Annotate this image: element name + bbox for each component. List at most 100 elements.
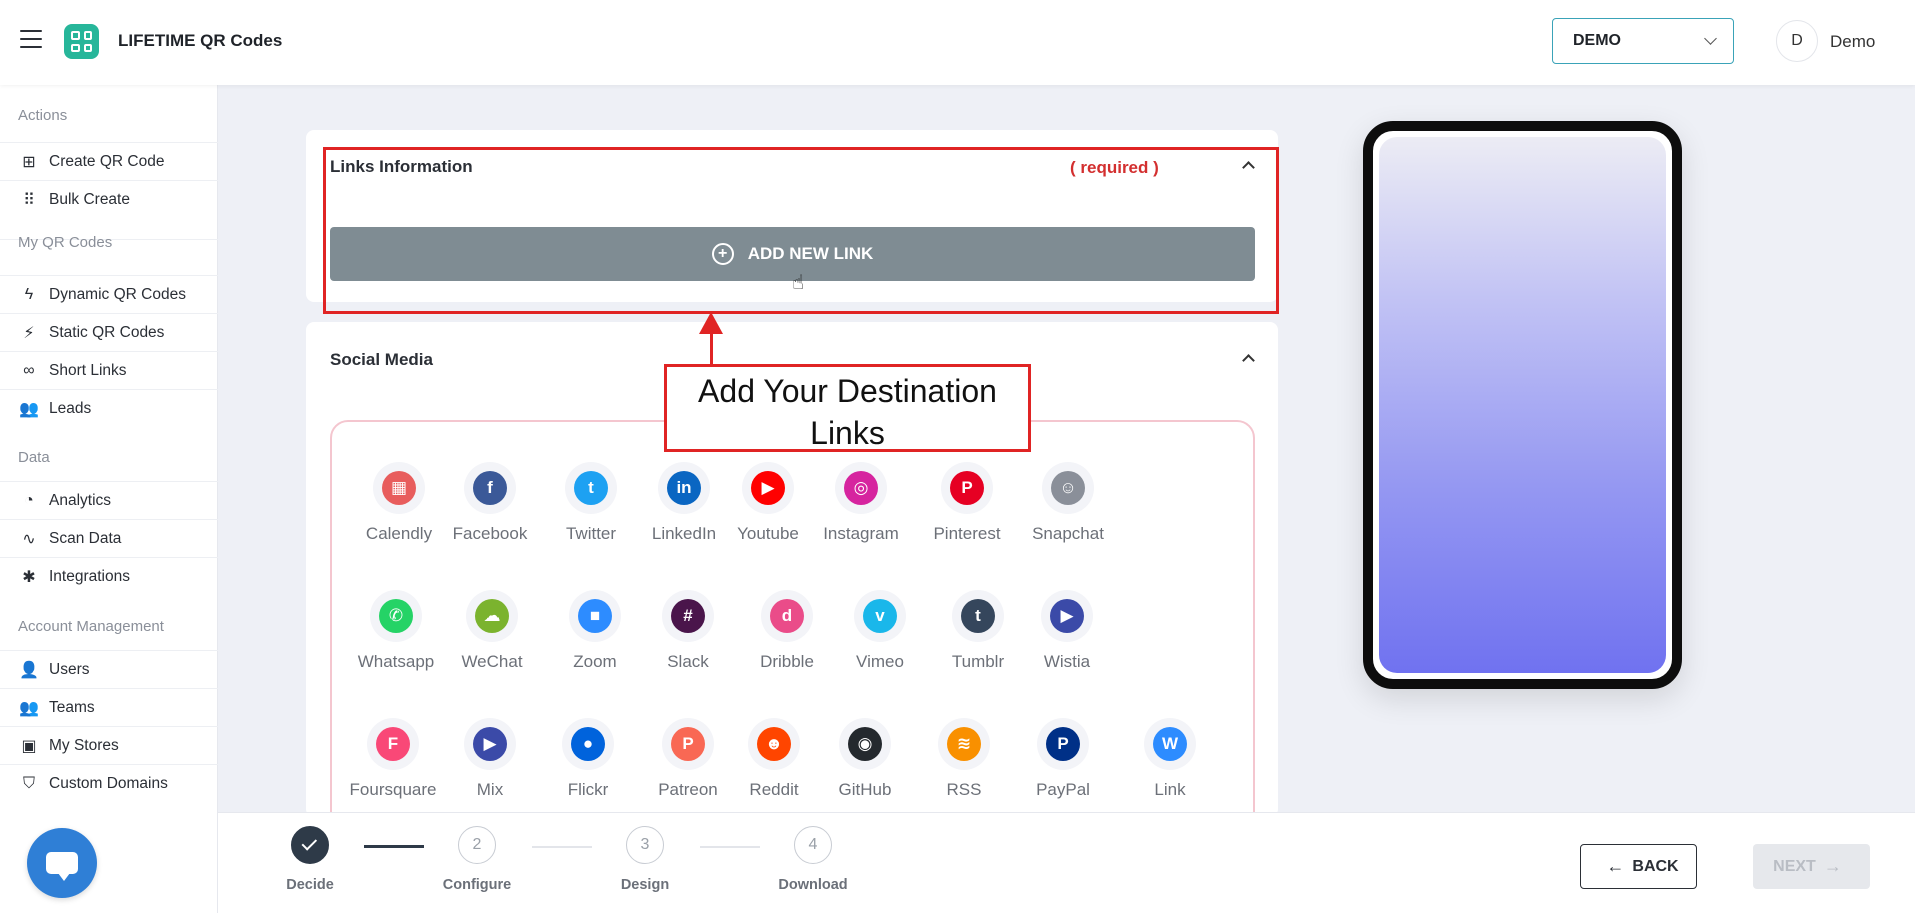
chat-icon xyxy=(46,852,78,881)
sidebar-item-custom-domains[interactable]: ⛉ Custom Domains xyxy=(0,764,218,802)
back-button[interactable]: ← BACK xyxy=(1580,844,1697,889)
social-item-youtube[interactable]: ▶ Youtube xyxy=(718,462,818,544)
linkedin-icon: in xyxy=(658,462,710,514)
sidebar-item-users[interactable]: 👤 Users xyxy=(0,650,218,688)
dribble-glyph: d xyxy=(770,599,804,633)
social-item-vimeo[interactable]: v Vimeo xyxy=(830,590,930,672)
social-item-wechat[interactable]: ☁ WeChat xyxy=(442,590,542,672)
rss-glyph: ≋ xyxy=(947,727,981,761)
hamburger-menu-icon[interactable] xyxy=(20,30,42,48)
wechat-glyph: ☁ xyxy=(475,599,509,633)
facebook-glyph: f xyxy=(473,471,507,505)
sidebar-item-teams[interactable]: 👥 Teams xyxy=(0,688,218,726)
sidebar-item-create-qr-code[interactable]: ⊞ Create QR Code xyxy=(0,142,218,180)
social-item-label: Pinterest xyxy=(933,524,1001,543)
sidebar-item-dynamic-qr-codes[interactable]: ϟ Dynamic QR Codes xyxy=(0,275,218,313)
social-icons-panel: ▦ Calendly f Facebook t Twitter in LinkedIn ▶ You… xyxy=(330,420,1255,840)
social-item-label: PayPal xyxy=(1036,780,1090,799)
activity-icon: ∿ xyxy=(22,530,36,548)
sidebar-item-leads[interactable]: 👥 Leads xyxy=(0,389,218,427)
arrow-right-icon: → xyxy=(1823,856,1842,876)
social-item-whatsapp[interactable]: ✆ Whatsapp xyxy=(346,590,446,672)
sidebar-item-scan-data[interactable]: ∿ Scan Data xyxy=(0,519,218,557)
zoom-icon: ■ xyxy=(569,590,621,642)
social-item-flickr[interactable]: ● Flickr xyxy=(538,718,638,800)
social-item-label: Facebook xyxy=(452,524,528,543)
social-item-zoom[interactable]: ■ Zoom xyxy=(545,590,645,672)
tumblr-icon: t xyxy=(952,590,1004,642)
social-item-label: Twitter xyxy=(565,524,617,543)
social-item-reddit[interactable]: ☻ Reddit xyxy=(724,718,824,800)
social-item-link[interactable]: W Link xyxy=(1120,718,1220,800)
step-label-decide: Decide xyxy=(286,877,334,893)
sidebar-item-label: Dynamic QR Codes xyxy=(49,285,186,303)
social-item-label: Patreon xyxy=(658,780,718,799)
sidebar-item-integrations[interactable]: ✱ Integrations xyxy=(0,557,218,595)
top-header: LIFETIME QR Codes DEMO D Demo xyxy=(0,0,1915,85)
social-item-github[interactable]: ◉ GitHub xyxy=(815,718,915,800)
shield-icon: ⛉ xyxy=(22,774,35,792)
flickr-glyph: ● xyxy=(571,727,605,761)
sidebar-item-short-links[interactable]: ∞ Short Links xyxy=(0,351,218,389)
chevron-down-icon xyxy=(1704,32,1717,45)
social-item-label: WeChat xyxy=(461,652,523,671)
workspace-select[interactable]: DEMO xyxy=(1552,18,1734,64)
social-item-label: Zoom xyxy=(573,652,617,671)
chat-support-button[interactable] xyxy=(27,828,97,898)
sidebar-item-label: Analytics xyxy=(49,491,112,509)
sidebar-item-label: Static QR Codes xyxy=(49,323,165,341)
user-name[interactable]: Demo xyxy=(1830,32,1875,52)
social-item-instagram[interactable]: ◎ Instagram xyxy=(811,462,911,544)
social-item-wistia[interactable]: ▶ Wistia xyxy=(1017,590,1117,672)
slack-glyph: # xyxy=(671,599,705,633)
social-item-pinterest[interactable]: P Pinterest xyxy=(917,462,1017,544)
tumblr-glyph: t xyxy=(961,599,995,633)
section-label: My QR Codes xyxy=(18,234,113,251)
zoom-glyph: ■ xyxy=(578,599,612,633)
sidebar-item-analytics[interactable]: ◔ Analytics xyxy=(0,481,218,519)
social-item-slack[interactable]: # Slack xyxy=(638,590,738,672)
step-1-done[interactable] xyxy=(291,826,329,864)
mix-icon: ▶ xyxy=(464,718,516,770)
next-button[interactable]: NEXT → xyxy=(1753,844,1870,889)
social-item-facebook[interactable]: f Facebook xyxy=(440,462,540,544)
user-avatar[interactable]: D xyxy=(1776,20,1818,62)
step-2[interactable]: 2 xyxy=(458,826,496,864)
users-icon: 👥 xyxy=(19,699,39,717)
social-item-dribble[interactable]: d Dribble xyxy=(737,590,837,672)
reddit-icon: ☻ xyxy=(748,718,800,770)
social-card-title: Social Media xyxy=(330,350,433,369)
grid-icon: ⠿ xyxy=(23,191,35,209)
arrow-left-icon: ← xyxy=(1606,856,1625,876)
social-item-foursquare[interactable]: F Foursquare xyxy=(343,718,443,800)
social-item-calendly[interactable]: ▦ Calendly xyxy=(349,462,449,544)
social-item-tumblr[interactable]: t Tumblr xyxy=(928,590,1028,672)
social-item-patreon[interactable]: P Patreon xyxy=(638,718,738,800)
sidebar-item-label: My Stores xyxy=(49,736,119,754)
sidebar-item-my-stores[interactable]: ▣ My Stores xyxy=(0,726,218,764)
step-3[interactable]: 3 xyxy=(626,826,664,864)
social-item-label: Tumblr xyxy=(951,652,1005,671)
patreon-glyph: P xyxy=(671,727,705,761)
calendly-icon: ▦ xyxy=(373,462,425,514)
social-item-label: RSS xyxy=(946,780,982,799)
flickr-icon: ● xyxy=(562,718,614,770)
social-item-twitter[interactable]: t Twitter xyxy=(541,462,641,544)
social-item-label: Mix xyxy=(476,780,504,799)
step-connector-3 xyxy=(700,846,760,848)
social-item-paypal[interactable]: P PayPal xyxy=(1013,718,1113,800)
sidebar-item-bulk-create[interactable]: ⠿ Bulk Create xyxy=(0,180,218,218)
sidebar-item-label: Integrations xyxy=(49,567,130,585)
sidebar-item-static-qr-codes[interactable]: ⚡ Static QR Codes xyxy=(0,313,218,351)
sidebar: Actions ⊞ Create QR Code ⠿ Bulk Create M… xyxy=(0,85,218,913)
slack-icon: # xyxy=(662,590,714,642)
sidebar-item-label: Create QR Code xyxy=(49,152,165,170)
step-4[interactable]: 4 xyxy=(794,826,832,864)
social-item-label: Dribble xyxy=(760,652,814,671)
wistia-icon: ▶ xyxy=(1041,590,1093,642)
paypal-icon: P xyxy=(1037,718,1089,770)
social-item-snapchat[interactable]: ☺ Snapchat xyxy=(1018,462,1118,544)
social-item-mix[interactable]: ▶ Mix xyxy=(440,718,540,800)
social-item-label: Whatsapp xyxy=(357,652,435,671)
social-item-rss[interactable]: ≋ RSS xyxy=(914,718,1014,800)
